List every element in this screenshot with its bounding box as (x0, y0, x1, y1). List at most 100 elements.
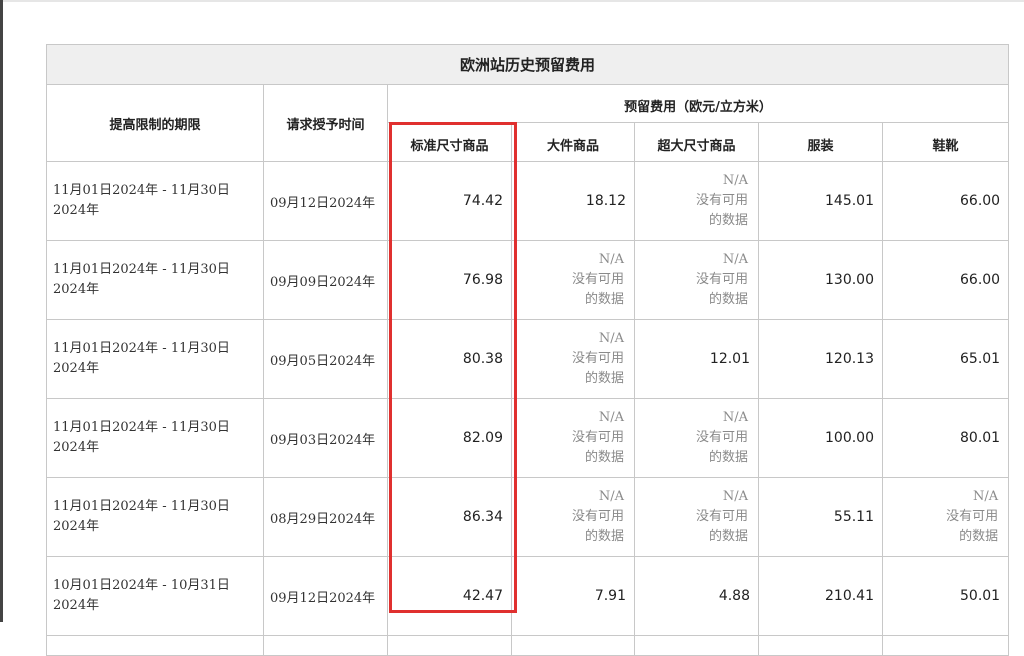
header-apparel: 服装 (758, 122, 883, 162)
period-line-1: 11月01日2024年 - 11月30日 (53, 183, 230, 198)
cell-footwear: 65.01 (881, 319, 1010, 399)
header-large-item: 大件商品 (511, 122, 635, 162)
na-text-line-3: 的数据 (584, 529, 624, 544)
cell-standard-size: 76.98 (387, 240, 512, 320)
cell-large-item-na: N/A 没有可用的数据 (511, 477, 635, 557)
na-text-line-3: 的数据 (708, 450, 748, 465)
cell-apparel: 145.01 (758, 161, 883, 241)
cell-large-item: 7.91 (511, 556, 635, 636)
cell-standard-size: 80.38 (387, 319, 512, 399)
cell-large-item: 18.12 (511, 161, 635, 241)
period-line-2: 2024年 (53, 361, 100, 376)
cell-empty (46, 635, 264, 656)
header-oversize: 超大尺寸商品 (634, 122, 759, 162)
na-text-line-3: 的数据 (708, 213, 748, 228)
na-text-line-3: 的数据 (708, 529, 748, 544)
cell-period: 11月01日2024年 - 11月30日 2024年 (46, 161, 264, 241)
table-row: 11月01日2024年 - 11月30日 2024年 09月05日2024年 80.3… (46, 319, 1010, 399)
na-text-line-2: 没有可用 (571, 272, 624, 287)
period-line-1: 11月01日2024年 - 11月30日 (53, 341, 230, 356)
period-line-1: 10月01日2024年 - 10月31日 (53, 578, 230, 593)
table-row-partial (46, 635, 1010, 656)
cell-oversize-na: N/A 没有可用的数据 (634, 477, 759, 557)
cell-large-item-na: N/A 没有可用的数据 (511, 398, 635, 478)
cell-oversize: 4.88 (634, 556, 759, 636)
na-text-line-1: N/A (598, 252, 624, 267)
cell-standard-size: 74.42 (387, 161, 512, 241)
page-left-edge (0, 0, 3, 622)
cell-apparel: 130.00 (758, 240, 883, 320)
na-text-line-1: N/A (722, 489, 748, 504)
cell-large-item-na: N/A 没有可用 的数据 (511, 319, 635, 399)
period-line-2: 2024年 (53, 519, 100, 534)
cell-empty (263, 635, 388, 656)
table-row: 11月01日2024年 - 11月30日 2024年 09月03日2024年 82.0… (46, 398, 1010, 478)
table-body: 11月01日2024年 - 11月30日 2024年 09月12日2024年 74.4… (46, 161, 1010, 656)
cell-footwear-na: N/A 没有可用的数据 (881, 477, 1010, 557)
cell-footwear: 66.00 (881, 161, 1010, 241)
period-line-2: 2024年 (53, 203, 100, 218)
na-text-line-2: 没有可用 (571, 430, 624, 445)
na-text-line-3: 的数据 (584, 450, 624, 465)
table-row: 11月01日2024年 - 11月30日 2024年 08月29日2024年 86.3… (46, 477, 1010, 557)
cell-period: 11月01日2024年 - 11月30日 2024年 (46, 319, 264, 399)
cell-empty (634, 635, 759, 656)
period-line-2: 2024年 (53, 598, 100, 613)
cell-standard-size: 82.09 (387, 398, 512, 478)
cell-oversize: 12.01 (634, 319, 759, 399)
cell-apparel: 120.13 (758, 319, 883, 399)
cell-period: 11月01日2024年 - 11月30日 2024年 (46, 477, 264, 557)
cell-period: 10月01日2024年 - 10月31日 2024年 (46, 556, 264, 636)
na-text-line-1: N/A (722, 410, 748, 425)
cell-request-date: 09月09日2024年 (263, 240, 388, 320)
cell-request-date: 09月03日2024年 (263, 398, 388, 478)
table-row: 10月01日2024年 - 10月31日 2024年 09月12日2024年 42.4… (46, 556, 1010, 636)
header-reserve-fee-group: 预留费用（欧元/立方米） (386, 84, 1010, 123)
cell-empty (387, 635, 512, 656)
cell-footwear: 80.01 (881, 398, 1010, 478)
na-text-line-1: N/A (722, 252, 748, 267)
page-top-edge (3, 0, 1024, 2)
na-text-line-3: 的数据 (708, 292, 748, 307)
na-text-line-1: N/A (598, 489, 624, 504)
cell-apparel: 210.41 (758, 556, 883, 636)
cell-request-date: 08月29日2024年 (263, 477, 388, 557)
cell-standard-size: 42.47 (387, 556, 512, 636)
header-period: 提高限制的期限 (46, 84, 264, 162)
na-text-line-2: 没有可用 (946, 509, 999, 524)
reserve-fee-table: 欧洲站历史预留费用 提高限制的期限 请求授予时间 预留费用（欧元/立方米） 标准… (45, 44, 1010, 656)
cell-standard-size: 86.34 (387, 477, 512, 557)
cell-request-date: 09月05日2024年 (263, 319, 388, 399)
cell-request-date: 09月12日2024年 (263, 556, 388, 636)
header-standard-size: 标准尺寸商品 (387, 122, 512, 162)
period-line-1: 11月01日2024年 - 11月30日 (53, 499, 230, 514)
period-line-2: 2024年 (53, 282, 100, 297)
cell-large-item-na: N/A 没有可用 的数据 (511, 240, 635, 320)
na-text-line-1: N/A (598, 410, 624, 425)
period-line-1: 11月01日2024年 - 11月30日 (53, 420, 230, 435)
na-text-line-2: 没有可用 (695, 193, 748, 208)
cell-oversize-na: N/A 没有可用的数据 (634, 398, 759, 478)
cell-request-date: 09月12日2024年 (263, 161, 388, 241)
na-text-line-1: N/A (972, 489, 999, 504)
cell-apparel: 100.00 (758, 398, 883, 478)
na-text-line-2: 没有可用 (695, 430, 748, 445)
period-line-1: 11月01日2024年 - 11月30日 (53, 262, 230, 277)
cell-empty (758, 635, 883, 656)
cell-apparel: 55.11 (758, 477, 883, 557)
na-text-line-2: 没有可用 (695, 509, 748, 524)
period-line-2: 2024年 (53, 440, 100, 455)
table-row: 11月01日2024年 - 11月30日 2024年 09月12日2024年 74.4… (46, 161, 1010, 241)
header-footwear: 鞋靴 (881, 122, 1010, 162)
cell-empty (881, 635, 1010, 656)
cell-period: 11月01日2024年 - 11月30日 2024年 (46, 398, 264, 478)
cell-period: 11月01日2024年 - 11月30日 2024年 (46, 240, 264, 320)
cell-footwear: 50.01 (881, 556, 1010, 636)
na-text-line-2: 没有可用 (571, 509, 624, 524)
cell-footwear: 66.00 (881, 240, 1010, 320)
table-title: 欧洲站历史预留费用 (45, 44, 1010, 85)
cell-oversize-na: N/A 没有可用 的数据 (634, 161, 759, 241)
na-text-line-3: 的数据 (959, 529, 999, 544)
cell-empty (511, 635, 635, 656)
header-request-date: 请求授予时间 (263, 84, 388, 162)
